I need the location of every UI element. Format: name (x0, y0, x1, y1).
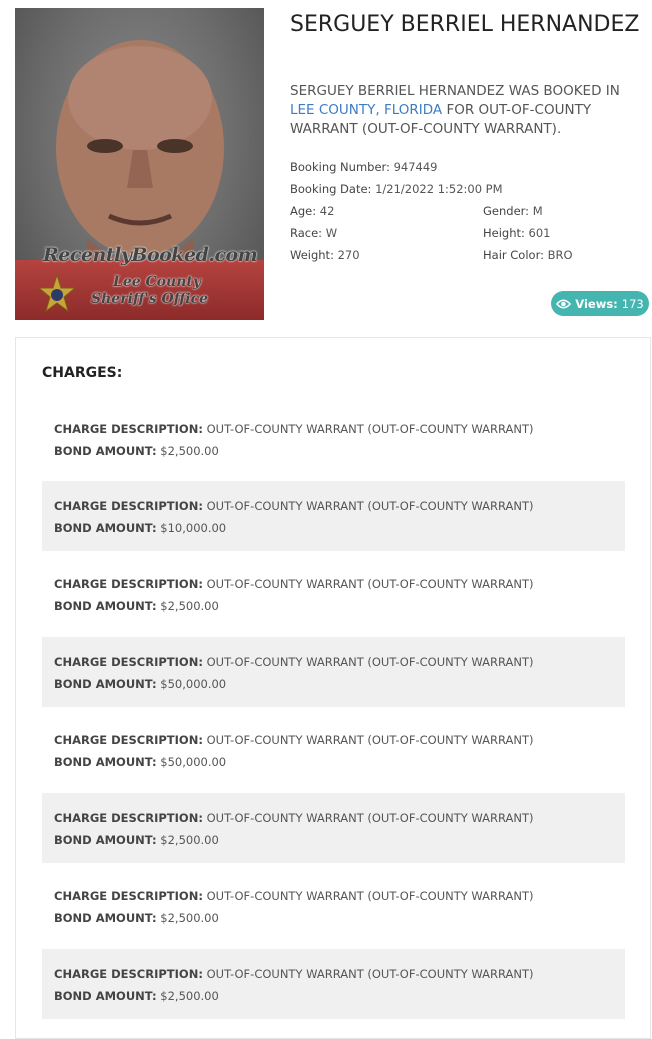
bond-amount-label: BOND AMOUNT: (54, 911, 157, 925)
race-label: Race: (290, 226, 323, 240)
charge-description-label: CHARGE DESCRIPTION: (54, 499, 203, 513)
hair-color-field: Hair Color: BRO (483, 248, 573, 262)
weight-field: Weight: 270 (290, 248, 360, 262)
bond-amount-label: BOND AMOUNT: (54, 755, 157, 769)
charge-description-label: CHARGE DESCRIPTION: (54, 733, 203, 747)
booking-number-label: Booking Number: (290, 160, 390, 174)
hair-color-value: BRO (547, 248, 573, 262)
charge-description-label: CHARGE DESCRIPTION: (54, 811, 203, 825)
booking-date-field: Booking Date: 1/21/2022 1:52:00 PM (290, 182, 503, 196)
charges-panel: CHARGES: CHARGE DESCRIPTION: OUT-OF-COUN… (15, 337, 651, 1039)
watermark-office: Sheriff's Office (91, 291, 209, 307)
charge-description-value: OUT-OF-COUNTY WARRANT (OUT-OF-COUNTY WAR… (206, 577, 534, 591)
views-label: Views: (575, 296, 618, 311)
charge-description-label: CHARGE DESCRIPTION: (54, 577, 203, 591)
charge-description-label: CHARGE DESCRIPTION: (54, 422, 203, 436)
inmate-name-title: SERGUEY BERRIEL HERNANDEZ (290, 12, 640, 37)
charge-item: CHARGE DESCRIPTION: OUT-OF-COUNTY WARRAN… (42, 793, 625, 863)
bond-amount-label: BOND AMOUNT: (54, 599, 157, 613)
bond-amount-label: BOND AMOUNT: (54, 833, 157, 847)
booking-date-value: 1/21/2022 1:52:00 PM (375, 182, 503, 196)
age-label: Age: (290, 204, 317, 218)
bond-amount-label: BOND AMOUNT: (54, 521, 157, 535)
charge-item: CHARGE DESCRIPTION: OUT-OF-COUNTY WARRAN… (42, 871, 625, 941)
location-link[interactable]: LEE COUNTY, FLORIDA (290, 102, 442, 118)
charge-description-value: OUT-OF-COUNTY WARRANT (OUT-OF-COUNTY WAR… (206, 655, 534, 669)
bond-amount-value: $2,500.00 (160, 989, 219, 1003)
mugshot-photo: RecentlyBooked.com Lee County Sheriff's … (15, 8, 264, 320)
sheriff-star-badge-icon (37, 274, 77, 313)
mugshot-face-image (56, 40, 224, 278)
height-value: 601 (528, 226, 551, 240)
views-badge[interactable]: Views: 173 (551, 291, 649, 316)
height-label: Height: (483, 226, 525, 240)
charge-item: CHARGE DESCRIPTION: OUT-OF-COUNTY WARRAN… (42, 404, 625, 474)
bond-amount-value: $2,500.00 (160, 444, 219, 458)
booking-summary: SERGUEY BERRIEL HERNANDEZ WAS BOOKED IN … (290, 82, 640, 139)
summary-prefix: SERGUEY BERRIEL HERNANDEZ WAS BOOKED IN (290, 83, 620, 99)
race-field: Race: W (290, 226, 337, 240)
booking-date-label: Booking Date: (290, 182, 372, 196)
charge-description-value: OUT-OF-COUNTY WARRANT (OUT-OF-COUNTY WAR… (206, 811, 534, 825)
weight-label: Weight: (290, 248, 334, 262)
booking-number-field: Booking Number: 947449 (290, 160, 438, 174)
charge-description-value: OUT-OF-COUNTY WARRANT (OUT-OF-COUNTY WAR… (206, 733, 534, 747)
bond-amount-label: BOND AMOUNT: (54, 444, 157, 458)
charge-item: CHARGE DESCRIPTION: OUT-OF-COUNTY WARRAN… (42, 637, 625, 707)
charge-description-label: CHARGE DESCRIPTION: (54, 889, 203, 903)
bond-amount-value: $50,000.00 (160, 755, 227, 769)
eye-icon (556, 299, 572, 308)
bond-amount-value: $50,000.00 (160, 677, 227, 691)
bond-amount-value: $2,500.00 (160, 599, 219, 613)
hair-color-label: Hair Color: (483, 248, 544, 262)
charge-description-value: OUT-OF-COUNTY WARRANT (OUT-OF-COUNTY WAR… (206, 422, 534, 436)
views-count: 173 (621, 296, 644, 311)
gender-value: M (532, 204, 543, 218)
bond-amount-value: $2,500.00 (160, 833, 219, 847)
gender-label: Gender: (483, 204, 530, 218)
charge-item: CHARGE DESCRIPTION: OUT-OF-COUNTY WARRAN… (42, 949, 625, 1019)
watermark-county: Lee County (113, 274, 201, 290)
age-field: Age: 42 (290, 204, 334, 218)
charge-description-value: OUT-OF-COUNTY WARRANT (OUT-OF-COUNTY WAR… (206, 889, 534, 903)
bond-amount-value: $2,500.00 (160, 911, 219, 925)
bond-amount-value: $10,000.00 (160, 521, 227, 535)
gender-field: Gender: M (483, 204, 543, 218)
height-field: Height: 601 (483, 226, 551, 240)
charge-item: CHARGE DESCRIPTION: OUT-OF-COUNTY WARRAN… (42, 559, 625, 629)
bond-amount-label: BOND AMOUNT: (54, 989, 157, 1003)
weight-value: 270 (337, 248, 360, 262)
charge-item: CHARGE DESCRIPTION: OUT-OF-COUNTY WARRAN… (42, 481, 625, 551)
charge-description-value: OUT-OF-COUNTY WARRANT (OUT-OF-COUNTY WAR… (206, 499, 534, 513)
bond-amount-label: BOND AMOUNT: (54, 677, 157, 691)
charge-description-value: OUT-OF-COUNTY WARRANT (OUT-OF-COUNTY WAR… (206, 967, 534, 981)
race-value: W (325, 226, 338, 240)
charge-description-label: CHARGE DESCRIPTION: (54, 967, 203, 981)
charges-heading: CHARGES: (42, 365, 123, 381)
watermark-site: RecentlyBooked.com (43, 244, 258, 266)
booking-number-value: 947449 (393, 160, 438, 174)
charge-description-label: CHARGE DESCRIPTION: (54, 655, 203, 669)
age-value: 42 (319, 204, 335, 218)
charge-item: CHARGE DESCRIPTION: OUT-OF-COUNTY WARRAN… (42, 715, 625, 785)
